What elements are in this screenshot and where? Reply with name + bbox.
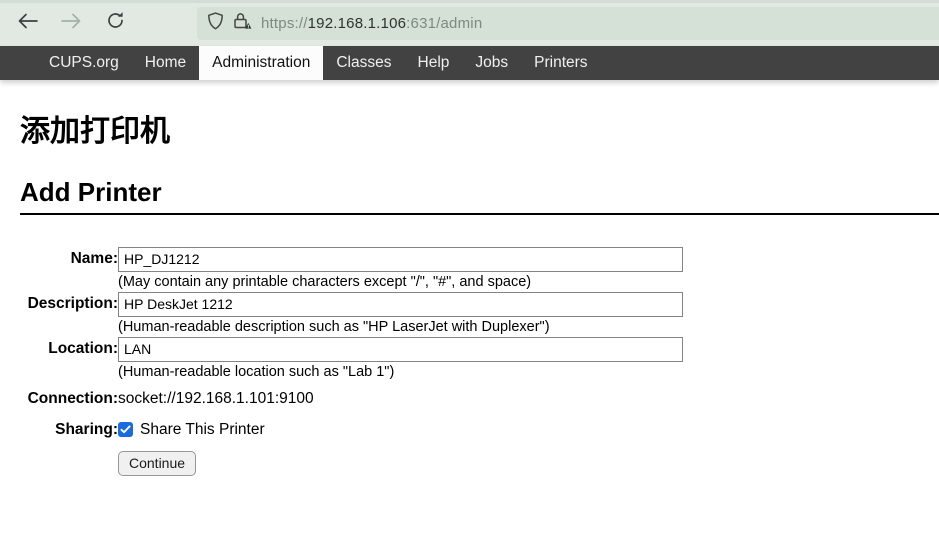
- location-hint: (Human-readable location such as "Lab 1"…: [118, 364, 683, 380]
- url-scheme: https://: [261, 15, 308, 32]
- description-label: Description:: [20, 290, 118, 319]
- nav-item-cups-org[interactable]: CUPS.org: [36, 46, 132, 80]
- reload-button[interactable]: [100, 8, 130, 38]
- title-divider: [20, 213, 939, 215]
- add-printer-form: Name: (May contain any printable charact…: [20, 245, 683, 476]
- share-this-printer-label: Share This Printer: [140, 421, 265, 439]
- back-button[interactable]: [12, 8, 42, 38]
- nav-item-classes[interactable]: Classes: [323, 46, 404, 80]
- lock-warning-icon[interactable]: [233, 12, 252, 35]
- location-label: Location:: [20, 335, 118, 364]
- cups-navbar: CUPS.org Home Administration Classes Hel…: [0, 46, 939, 80]
- url-bar[interactable]: https://192.168.1.106:631/admin: [197, 7, 939, 40]
- description-hint: (Human-readable description such as "HP …: [118, 319, 683, 335]
- browser-toolbar: https://192.168.1.106:631/admin: [0, 0, 939, 46]
- reload-icon: [106, 11, 125, 35]
- forward-arrow-icon: [61, 13, 82, 34]
- name-hint: (May contain any printable characters ex…: [118, 274, 683, 290]
- url-text[interactable]: https://192.168.1.106:631/admin: [261, 15, 482, 32]
- url-host: 192.168.1.106: [308, 15, 407, 32]
- sharing-label: Sharing:: [20, 412, 118, 442]
- nav-item-administration[interactable]: Administration: [199, 46, 323, 80]
- name-label: Name:: [20, 245, 118, 274]
- share-this-printer-checkbox[interactable]: [118, 422, 133, 437]
- location-input[interactable]: [118, 337, 683, 362]
- page-title-chinese: 添加打印机: [20, 114, 939, 150]
- name-input[interactable]: [118, 247, 683, 272]
- nav-item-home[interactable]: Home: [132, 46, 199, 80]
- description-input[interactable]: [118, 292, 683, 317]
- forward-button[interactable]: [56, 8, 86, 38]
- continue-button[interactable]: Continue: [118, 451, 196, 476]
- page-title: Add Printer: [20, 176, 939, 209]
- shield-icon[interactable]: [207, 12, 224, 35]
- checkmark-icon: [120, 421, 131, 439]
- connection-label: Connection:: [20, 380, 118, 412]
- connection-value: socket://192.168.1.101:9100: [118, 380, 683, 412]
- nav-item-jobs[interactable]: Jobs: [462, 46, 521, 80]
- nav-item-printers[interactable]: Printers: [521, 46, 600, 80]
- back-arrow-icon: [17, 13, 38, 34]
- url-path: :631/admin: [406, 15, 482, 32]
- nav-item-help[interactable]: Help: [405, 46, 463, 80]
- page-content: 添加打印机 Add Printer Name: (May contain any…: [0, 114, 939, 476]
